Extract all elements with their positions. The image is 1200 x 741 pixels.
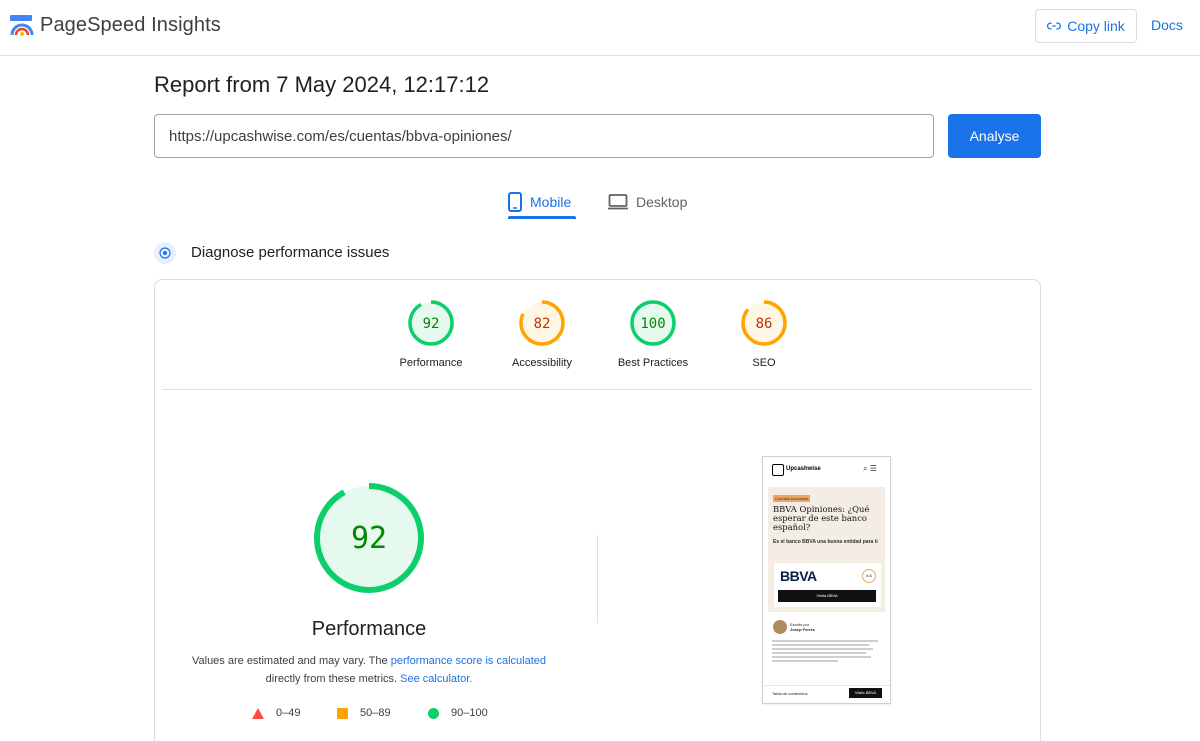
copy-link-label: Copy link <box>1067 18 1125 34</box>
square-icon <box>337 707 348 719</box>
gauge-seo[interactable]: 86 SEO <box>709 299 819 369</box>
thumb-author-name: Josep Ferrés <box>790 627 815 632</box>
gauge-value: 86 <box>756 316 773 332</box>
thumb-toc: Tabla de contenidos <box>772 691 808 696</box>
link-icon <box>1047 22 1062 30</box>
vertical-divider <box>597 535 598 623</box>
performance-score-large: 92 <box>351 521 387 556</box>
app-name: PageSpeed Insights <box>40 13 221 36</box>
active-tab-indicator <box>508 216 576 219</box>
site-logo-icon <box>772 464 784 476</box>
tab-mobile-label: Mobile <box>530 194 572 210</box>
thumb-tag: Cuentas bancarias <box>773 495 811 502</box>
gauge-ring: 100 <box>630 300 676 346</box>
legend-fail: 0–49 <box>252 707 300 719</box>
performance-gauge-large: 92 <box>314 483 424 593</box>
legend-fail-label: 0–49 <box>276 707 301 719</box>
tab-desktop[interactable]: Desktop <box>608 184 687 220</box>
analyse-button[interactable]: Analyse <box>948 114 1041 158</box>
gauge-value: 100 <box>640 316 665 332</box>
bbva-logo: BBVA <box>780 568 817 584</box>
tab-desktop-label: Desktop <box>636 194 688 210</box>
mobile-phone-icon <box>508 192 522 212</box>
gauge-ring: 82 <box>519 300 565 346</box>
see-calculator-link[interactable]: See calculator. <box>400 673 472 685</box>
legend-average-label: 50–89 <box>360 707 391 719</box>
url-input[interactable] <box>154 114 934 158</box>
report-title: Report from 7 May 2024, 12:17:12 <box>154 72 490 97</box>
legend-pass-label: 90–100 <box>451 707 488 719</box>
diagnose-title: Diagnose performance issues <box>191 244 390 261</box>
search-menu-icon: ⌕ ☰ <box>863 464 877 473</box>
thumb-text-lines <box>772 640 882 664</box>
thumb-hero: Cuentas bancarias BBVA Opiniones: ¿Qué e… <box>768 487 885 612</box>
gauge-label: SEO <box>752 357 776 369</box>
thumb-rating: 4.6 <box>862 569 876 583</box>
triangle-icon <box>252 707 264 719</box>
app-logo[interactable]: PageSpeed Insights <box>10 13 221 37</box>
thumb-visit-button: Visita BBVA <box>778 590 876 602</box>
gauge-accessibility[interactable]: 82 Accessibility <box>487 299 597 369</box>
card-divider <box>162 389 1032 390</box>
thumb-header: Upcashwise ⌕ ☰ <box>763 457 890 483</box>
score-note: Values are estimated and may vary. The p… <box>170 652 568 688</box>
note-text: directly from these metrics. <box>265 673 401 685</box>
gauge-value: 92 <box>423 316 440 332</box>
page-screenshot: Upcashwise ⌕ ☰ Cuentas bancarias BBVA Op… <box>762 456 891 704</box>
tab-mobile[interactable]: Mobile <box>508 184 571 220</box>
note-text: Values are estimated and may vary. The <box>191 655 391 667</box>
top-bar: PageSpeed Insights Copy link Docs <box>0 0 1200 56</box>
gauge-performance[interactable]: 92 Performance <box>376 299 486 369</box>
circle-icon <box>428 707 439 719</box>
gauge-ring: 92 <box>408 300 454 346</box>
gauge-best-practices[interactable]: 100 Best Practices <box>598 299 708 369</box>
gauge-label: Best Practices <box>617 357 689 369</box>
performance-score-link[interactable]: performance score is calculated <box>391 655 546 667</box>
thumb-subhead: Es el banco BBVA una buena entidad para … <box>773 539 878 545</box>
legend-average: 50–89 <box>337 707 391 719</box>
avatar <box>773 620 787 634</box>
gauge-label: Accessibility <box>512 357 572 369</box>
thumb-bank-box: BBVA 4.6 Visita BBVA <box>774 563 881 607</box>
legend-pass: 90–100 <box>428 707 488 719</box>
gauge-value: 82 <box>534 316 551 332</box>
desktop-monitor-icon <box>608 194 628 210</box>
thumb-bottom-bar: Tabla de contenidos Visita BBVA <box>763 685 890 703</box>
thumb-author-text: Escrito por Josep Ferrés <box>790 622 815 632</box>
copy-link-button[interactable]: Copy link <box>1035 9 1137 43</box>
thumb-brand: Upcashwise <box>786 466 821 472</box>
performance-label-large: Performance <box>311 618 427 640</box>
diagnose-icon <box>154 242 176 264</box>
gauge-label: Performance <box>399 357 463 369</box>
gauge-ring: 86 <box>741 300 787 346</box>
thumb-author: Escrito por Josep Ferrés <box>773 620 883 636</box>
pagespeed-logo-icon <box>10 15 34 36</box>
thumb-visit-button-2: Visita BBVA <box>849 688 882 698</box>
thumb-headline: BBVA Opiniones: ¿Qué esperar de este ban… <box>773 504 870 532</box>
docs-link[interactable]: Docs <box>1151 17 1183 33</box>
